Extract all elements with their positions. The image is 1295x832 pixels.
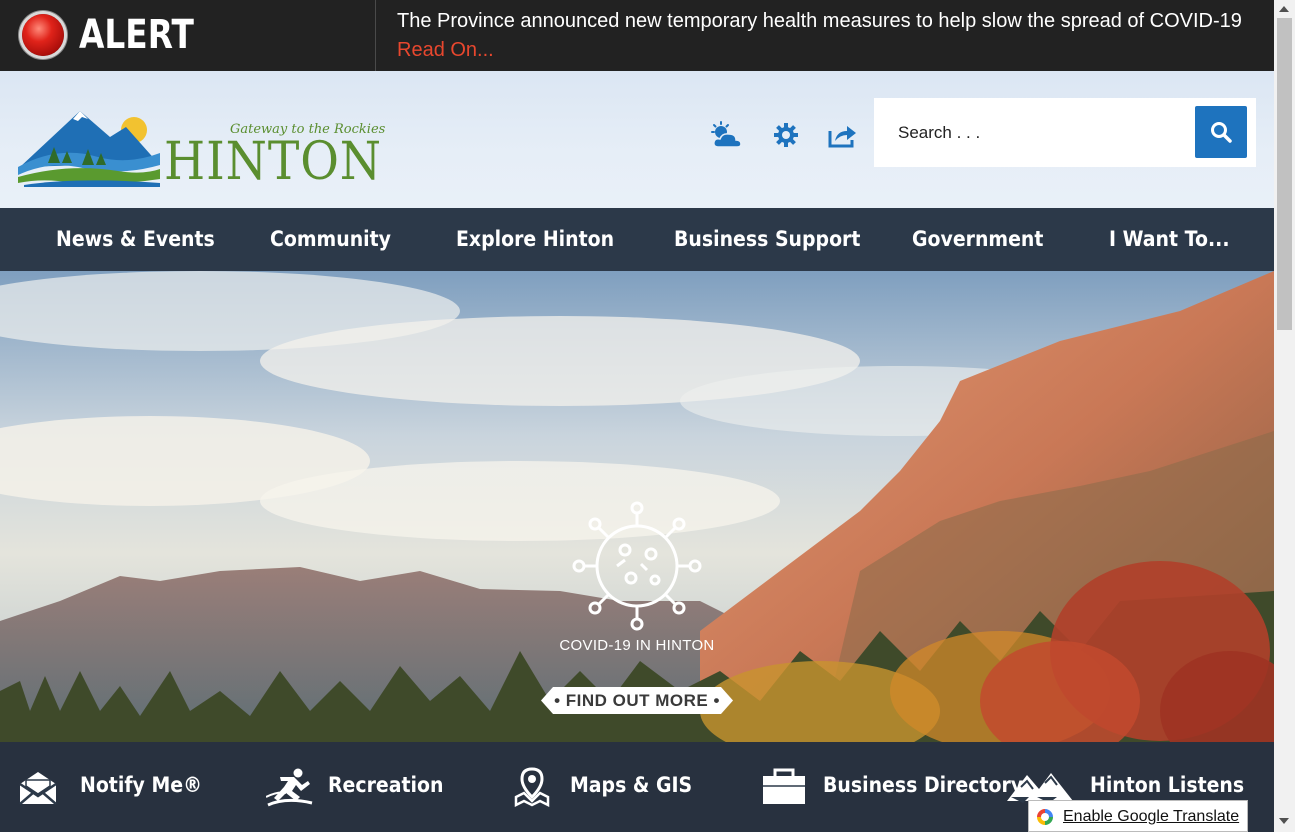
covid-virus-icon: [571, 500, 703, 632]
alert-bar: ALERT The Province announced new tempora…: [0, 0, 1274, 71]
hero-banner: COVID-19 IN HINTON • FIND OUT MORE •: [0, 271, 1274, 742]
alert-light-icon: [22, 14, 64, 56]
hinton-logo[interactable]: Gateway to the Rockies HINTON: [18, 105, 388, 192]
search-box: [874, 98, 1256, 167]
google-g-icon: [1034, 806, 1056, 828]
quick-link-label: Hinton Listens: [1090, 773, 1245, 797]
envelope-icon: [14, 766, 62, 808]
search-input[interactable]: [874, 98, 1184, 167]
quick-link-recreation[interactable]: Recreation: [266, 742, 466, 832]
page-scrollbar[interactable]: [1274, 0, 1295, 832]
google-translate-widget[interactable]: Enable Google Translate: [1028, 800, 1248, 832]
find-out-more-button[interactable]: • FIND OUT MORE •: [541, 687, 733, 714]
map-pin-icon: [508, 766, 556, 808]
quick-link-maps-gis[interactable]: Maps & GIS: [508, 742, 708, 832]
weather-icon: [711, 121, 742, 148]
share-icon: [828, 126, 856, 148]
nav-business-support[interactable]: Business Support: [674, 208, 860, 271]
site-header: Gateway to the Rockies HINTON: [0, 71, 1274, 208]
quick-link-label: Maps & GIS: [570, 773, 693, 797]
quick-link-label: Recreation: [328, 773, 444, 797]
alert-message: The Province announced new temporary hea…: [397, 10, 1242, 32]
quick-link-label: Notify Me®: [80, 773, 202, 797]
quick-link-business-directory[interactable]: Business Directory: [760, 742, 1023, 832]
logo-name: HINTON: [164, 132, 382, 187]
search-button[interactable]: [1195, 106, 1247, 158]
share-button[interactable]: [823, 119, 863, 151]
enable-google-translate-link[interactable]: Enable Google Translate: [1063, 808, 1239, 826]
hero-caption: COVID-19 IN HINTON: [559, 637, 715, 654]
scroll-down-arrow-icon[interactable]: [1279, 818, 1289, 824]
logo-mountains-icon: Gateway to the Rockies HINTON: [18, 111, 386, 192]
page: ALERT The Province announced new tempora…: [0, 0, 1274, 832]
quick-link-label: Business Directory: [823, 773, 1024, 797]
alert-label-area: ALERT: [0, 0, 376, 71]
alert-read-on-link[interactable]: Read On...: [397, 39, 494, 62]
quick-link-notify-me[interactable]: Notify Me®: [14, 742, 214, 832]
nav-government[interactable]: Government: [912, 208, 1043, 271]
find-out-more-label: • FIND OUT MORE •: [554, 691, 720, 710]
scroll-up-arrow-icon[interactable]: [1279, 6, 1289, 12]
runner-icon: [266, 766, 314, 808]
alert-label: ALERT: [79, 12, 194, 58]
settings-gear-icon: [774, 123, 798, 147]
briefcase-icon: [760, 766, 808, 808]
weather-button[interactable]: [706, 119, 746, 151]
settings-button[interactable]: [766, 119, 806, 151]
nav-community[interactable]: Community: [270, 208, 391, 271]
main-nav: News & Events Community Explore Hinton B…: [0, 208, 1274, 271]
scroll-thumb[interactable]: [1277, 18, 1292, 330]
header-tools: [706, 119, 866, 151]
nav-i-want-to[interactable]: I Want To...: [1109, 208, 1230, 271]
nav-explore-hinton[interactable]: Explore Hinton: [456, 208, 614, 271]
nav-news-events[interactable]: News & Events: [56, 208, 215, 271]
search-icon: [1211, 122, 1232, 143]
